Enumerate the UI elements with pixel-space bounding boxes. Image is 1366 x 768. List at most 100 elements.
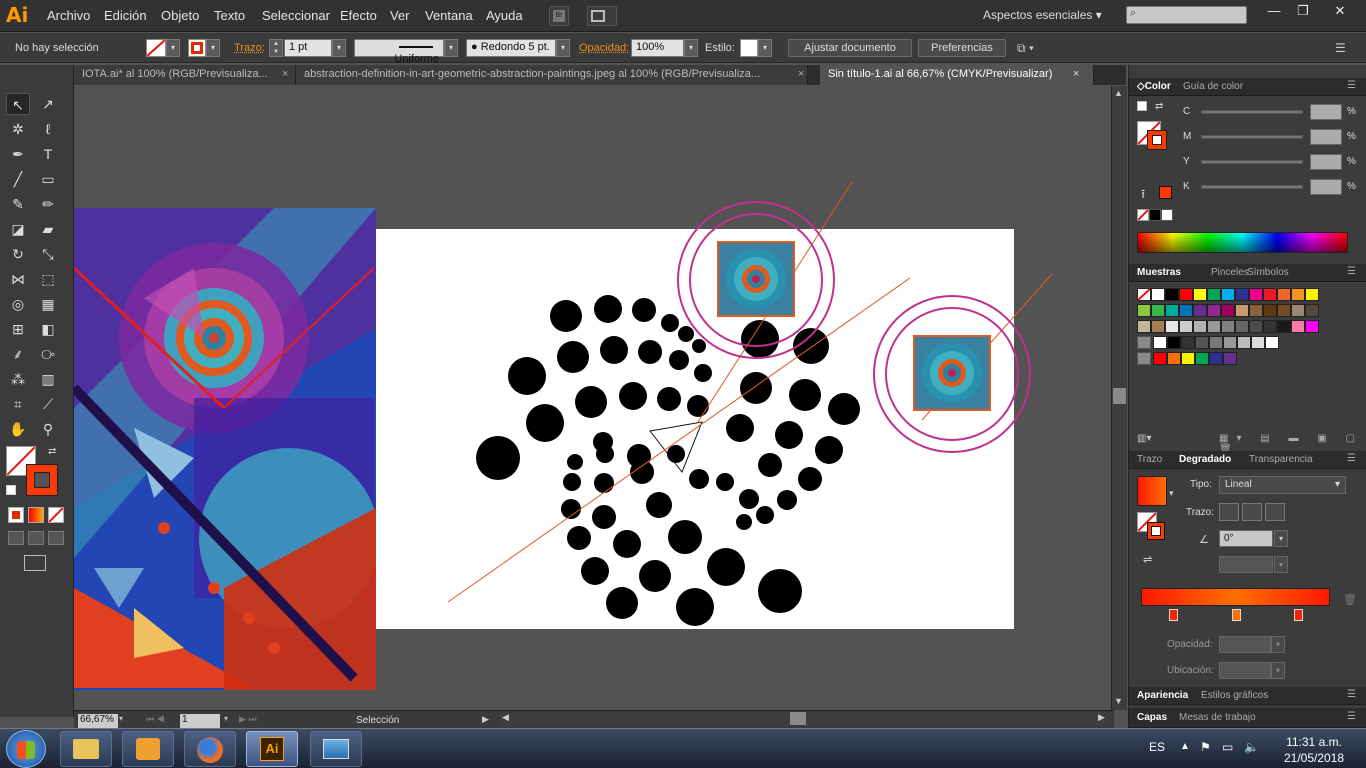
none-mode-button[interactable]: [48, 507, 64, 523]
dot-shape[interactable]: [726, 414, 754, 442]
rotate-tool-icon[interactable]: ↻: [6, 243, 30, 265]
swatch-library-icon[interactable]: ▥▾: [1137, 433, 1151, 444]
target-symbol[interactable]: [873, 295, 1031, 453]
status-menu-icon[interactable]: ▶: [482, 714, 489, 725]
dot-shape[interactable]: [678, 326, 694, 342]
scroll-down-icon[interactable]: ▼: [1114, 696, 1123, 706]
fill-dropdown[interactable]: ▾: [166, 39, 180, 57]
brush-dropdown[interactable]: ▾: [556, 39, 570, 57]
stroke-gradient-along[interactable]: [1242, 503, 1262, 521]
menu-archivo[interactable]: Archivo: [47, 8, 90, 23]
color-spectrum[interactable]: [1137, 232, 1348, 253]
swatch[interactable]: [1291, 320, 1305, 333]
delete-stop-icon[interactable]: 🗑: [1343, 593, 1357, 606]
arrange-icon[interactable]: ⧉ ▾: [1017, 41, 1034, 56]
tab-layers[interactable]: Capas: [1137, 712, 1167, 723]
illustrator-taskbar-button[interactable]: Ai: [246, 731, 298, 767]
default-colors-icon[interactable]: [6, 485, 16, 495]
swatch[interactable]: [1277, 320, 1291, 333]
dot-shape[interactable]: [667, 445, 685, 463]
direct-selection-tool-icon[interactable]: ↗: [36, 93, 60, 115]
adjust-document-button[interactable]: Ajustar documento: [788, 39, 912, 57]
swatch[interactable]: [1195, 352, 1209, 365]
swatch[interactable]: [1291, 288, 1305, 301]
bridge-button[interactable]: Br: [549, 6, 569, 26]
type-tool-icon[interactable]: T: [36, 143, 60, 165]
swatch[interactable]: [1277, 288, 1291, 301]
show-hidden-icons[interactable]: ▲: [1180, 741, 1190, 752]
close-icon[interactable]: ×: [798, 68, 804, 80]
swatch[interactable]: [1221, 304, 1235, 317]
k-value-field[interactable]: [1310, 179, 1342, 195]
dot-shape[interactable]: [639, 560, 671, 592]
menu-edicion[interactable]: Edición: [104, 8, 147, 23]
swatch[interactable]: [1195, 336, 1209, 349]
tab-swatches[interactable]: Muestras: [1137, 267, 1181, 278]
swatch[interactable]: [1263, 320, 1277, 333]
opacity-dropdown[interactable]: ▾: [684, 39, 698, 57]
slice-tool-icon[interactable]: ⟋: [36, 393, 60, 415]
style-dropdown[interactable]: ▾: [758, 39, 772, 57]
swatch[interactable]: [1223, 352, 1237, 365]
graphic-style-swatch[interactable]: [740, 39, 758, 57]
tab-appearance[interactable]: Apariencia: [1137, 690, 1188, 701]
gradient-mode-button[interactable]: [28, 507, 44, 523]
explorer-taskbar-button[interactable]: [60, 731, 112, 767]
dot-shape[interactable]: [606, 587, 638, 619]
swatch[interactable]: [1207, 304, 1221, 317]
dot-shape[interactable]: [694, 364, 712, 382]
width-tool-icon[interactable]: ⋈: [6, 268, 30, 290]
y-slider[interactable]: [1201, 160, 1303, 164]
gradient-stroke-indicator[interactable]: [1147, 522, 1165, 540]
tab-stroke[interactable]: Trazo: [1137, 454, 1162, 465]
swatch-folder-icon[interactable]: [1137, 336, 1151, 349]
swatch[interactable]: [1151, 304, 1165, 317]
dot-shape[interactable]: [775, 421, 803, 449]
m-value-field[interactable]: [1310, 129, 1342, 145]
dot-shape[interactable]: [596, 445, 614, 463]
language-indicator[interactable]: ES: [1149, 740, 1165, 754]
gradient-preset-dropdown[interactable]: ▾: [1169, 488, 1174, 499]
m-slider[interactable]: [1201, 135, 1303, 139]
firefox-taskbar-button[interactable]: [184, 731, 236, 767]
swatch[interactable]: [1235, 320, 1249, 333]
dot-shape[interactable]: [687, 395, 709, 417]
draw-behind-icon[interactable]: [28, 531, 44, 545]
line-tool-icon[interactable]: ╱: [6, 168, 30, 190]
dot-shape[interactable]: [575, 386, 607, 418]
screen-mode-icon[interactable]: [24, 555, 46, 571]
white-swatch[interactable]: [1161, 209, 1173, 221]
menu-seleccionar[interactable]: Seleccionar: [262, 8, 330, 23]
system-clock[interactable]: 11:31 a.m. 21/05/2018: [1264, 734, 1364, 766]
close-window-button[interactable]: ✕: [1320, 2, 1360, 22]
menu-efecto[interactable]: Efecto: [340, 8, 377, 23]
swatch[interactable]: [1305, 304, 1319, 317]
swatch[interactable]: [1291, 304, 1305, 317]
menu-objeto[interactable]: Objeto: [161, 8, 199, 23]
dot-shape[interactable]: [716, 473, 734, 491]
swatch[interactable]: [1165, 320, 1179, 333]
page-field[interactable]: 1: [180, 714, 220, 728]
swatch[interactable]: [1179, 320, 1193, 333]
swatch-folder-icon[interactable]: [1137, 352, 1151, 365]
tab-sin-titulo[interactable]: Sin título-1.ai al 66,67% (CMYK/Previsua…: [820, 65, 1094, 85]
mesh-tool-icon[interactable]: ⊞: [6, 318, 30, 340]
tab-abstraction[interactable]: abstraction-definition-in-art-geometric-…: [296, 65, 808, 85]
scroll-thumb[interactable]: [790, 712, 806, 725]
dot-shape[interactable]: [632, 298, 656, 322]
default-colors-icon[interactable]: [1137, 101, 1147, 111]
scroll-up-icon[interactable]: ▲: [1114, 88, 1123, 98]
gradient-stop[interactable]: [1169, 609, 1178, 621]
hand-tool-icon[interactable]: ✋: [6, 418, 30, 440]
panel-menu-icon[interactable]: ☰: [1347, 453, 1356, 464]
variable-width-profile[interactable]: Uniforme: [354, 39, 444, 65]
minimize-button[interactable]: —: [1260, 2, 1288, 22]
dot-shape[interactable]: [638, 340, 662, 364]
gradient-stop[interactable]: [1232, 609, 1241, 621]
preferences-button[interactable]: Preferencias: [918, 39, 1006, 57]
dot-shape[interactable]: [526, 404, 564, 442]
rectangle-tool-icon[interactable]: ▭: [36, 168, 60, 190]
dot-shape[interactable]: [758, 569, 802, 613]
y-value-field[interactable]: [1310, 154, 1342, 170]
swatch[interactable]: [1263, 288, 1277, 301]
